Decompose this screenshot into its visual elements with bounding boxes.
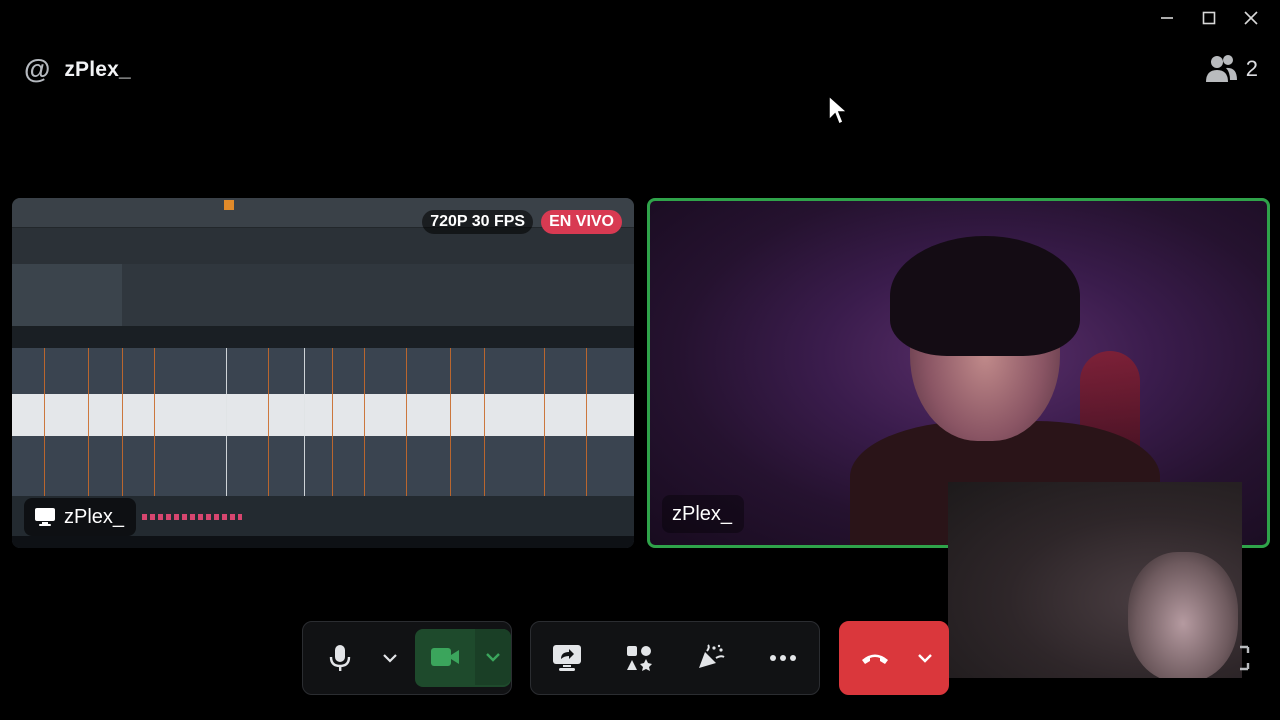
at-icon: @ [24, 54, 51, 84]
fullscreen-icon[interactable] [1238, 645, 1256, 671]
maximize-icon [1202, 11, 1216, 25]
mouse-cursor-icon [828, 94, 849, 126]
shared-app-left-panel [12, 264, 122, 326]
close-icon [1244, 11, 1258, 25]
more-icon [770, 655, 796, 661]
participant-count: 2 [1245, 56, 1258, 81]
shared-app-indicator [224, 200, 234, 210]
shared-taskbar [12, 536, 634, 548]
stream-badges: 720P 30 FPS EN VIVO [422, 210, 622, 234]
camera-control [415, 629, 511, 687]
chevron-down-icon [383, 654, 397, 663]
screen-share-tile[interactable]: 720P 30 FPS EN VIVO zPlex_ [12, 198, 634, 548]
call-actions [530, 621, 820, 695]
camera-person-hair [890, 236, 1080, 356]
hang-up-icon [862, 654, 888, 664]
audio-waveform [12, 394, 634, 436]
minimize-icon [1161, 17, 1173, 19]
screen-share-owner-name: zPlex_ [64, 505, 125, 528]
activities-button[interactable] [610, 630, 668, 686]
shared-app-automation-pane [12, 264, 634, 328]
chevron-down-icon [486, 653, 500, 662]
window-controls [1146, 6, 1272, 30]
more-options-button[interactable] [754, 630, 812, 686]
soundboard-button[interactable] [682, 630, 740, 686]
chevron-down-icon [918, 654, 932, 663]
maximize-button[interactable] [1188, 6, 1230, 30]
close-button[interactable] [1230, 6, 1272, 30]
disconnect-controls [839, 621, 949, 695]
shared-app-playlist [12, 348, 634, 496]
camera-name-tag: zPlex_ [662, 495, 745, 533]
activities-icon [627, 646, 652, 671]
share-screen-icon [553, 645, 581, 671]
share-screen-button[interactable] [538, 630, 596, 686]
microphone-icon [329, 645, 351, 671]
screen-icon [35, 508, 55, 526]
camera-owner-name: zPlex_ [672, 502, 733, 525]
people-icon [1205, 55, 1237, 82]
mute-button[interactable] [303, 630, 377, 686]
channel-header: @ zPlex_ [24, 56, 131, 83]
live-badge: EN VIVO [541, 210, 622, 234]
camera-options-button[interactable] [475, 629, 511, 685]
channel-name: zPlex_ [64, 57, 131, 81]
disconnect-options-button[interactable] [910, 630, 940, 686]
pip-person-face [1128, 552, 1238, 678]
screen-share-name-tag: zPlex_ [24, 498, 137, 536]
quality-badge: 720P 30 FPS [422, 210, 534, 234]
step-sequencer-pattern [142, 514, 242, 520]
camera-toggle-button[interactable] [415, 629, 475, 685]
video-camera-icon [431, 648, 459, 666]
disconnect-button[interactable] [840, 630, 910, 686]
picture-in-picture-video[interactable] [948, 482, 1242, 678]
soundboard-icon [699, 644, 725, 668]
minimize-button[interactable] [1146, 6, 1188, 30]
participants-button[interactable]: 2 [1205, 54, 1258, 84]
audio-video-controls [302, 621, 512, 695]
mic-options-button[interactable] [377, 630, 403, 686]
